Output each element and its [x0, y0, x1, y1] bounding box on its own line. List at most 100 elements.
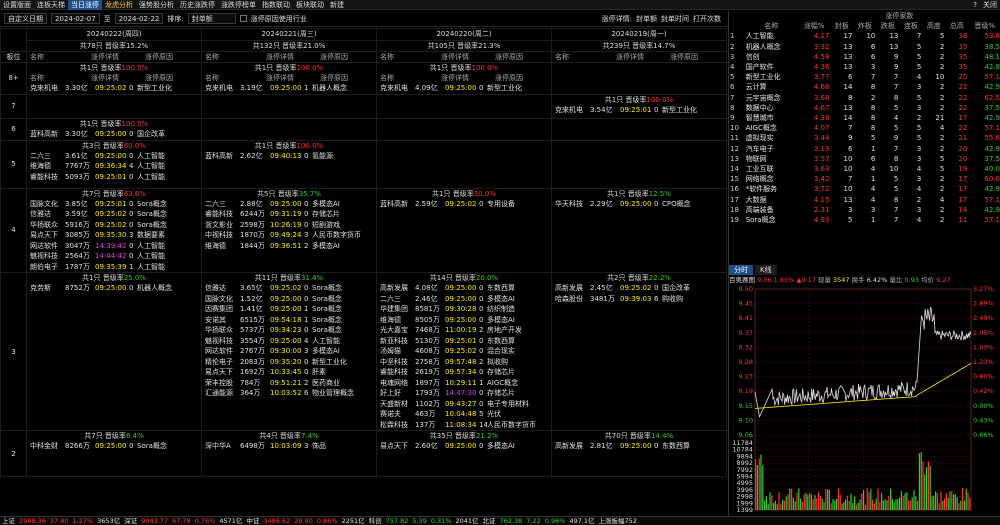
stock-row[interactable]: 电魂网络 1897万 10:29:11 1 AIGC概念	[377, 378, 551, 389]
stock-row[interactable]: 蓝科高新 2.59亿 09:25:02 0 专用设备	[377, 199, 551, 210]
stock-row[interactable]: 魅视科技 2564万 14:44:42 0 人工智能	[27, 251, 201, 262]
stock-row[interactable]: 网达软件 3047万 14:39:42 0 人工智能	[27, 241, 201, 252]
stock-row[interactable]: 浙文影业 2598万 10:26:19 0 短剧游戏	[202, 220, 376, 231]
sector-column-header[interactable]: 总高	[945, 21, 968, 31]
stock-row[interactable]: 国脉文化 3.85亿 09:25:01 0 Sora概念	[27, 199, 201, 210]
stock-row[interactable]: 二六三 3.61亿 09:25:00 0 人工智能	[27, 151, 201, 162]
sector-row[interactable]: 18 高端装备 2.31 3 3 7 3 2 14 42.9	[729, 205, 1000, 215]
day-header[interactable]: 20240222(周四)	[26, 28, 202, 41]
menu-item[interactable]: 连板天梯	[34, 0, 68, 10]
stock-row[interactable]: 华建集团 8581万 09:30:28 0 纺织制造	[377, 304, 551, 315]
stock-row[interactable]: 朗伯电子 1787万 09:35:39 1 人工智能	[27, 262, 201, 273]
custom-date-button[interactable]: 自定义日期	[4, 13, 47, 24]
stock-row[interactable]: 易点天下 1692万 10:33:45 0 肝素	[202, 367, 376, 378]
stock-row[interactable]: 汤姆猫 4608万 09:25:02 0 混合现实	[377, 346, 551, 357]
sector-row[interactable]: 8 数据中心 4.67 13 8 5 3 2 22 37.5	[729, 103, 1000, 113]
close-button[interactable]: 关闭	[980, 0, 1000, 10]
sector-column-header[interactable]: 高度	[922, 21, 945, 31]
stock-row[interactable]: 华扬联众 5916万 09:25:02 0 Sora概念	[27, 220, 201, 231]
stock-row[interactable]: 克来机电 3.30亿 09:25:02 0 新型工业化	[27, 83, 201, 94]
stock-row[interactable]: 易点天下 2.60亿 09:25:00 0 多模态AI	[377, 441, 551, 452]
sector-column-header[interactable]: 封板	[830, 21, 853, 31]
sector-row[interactable]: 4 国产软件 4.36 13 3 9 5 2 35 42.8	[729, 62, 1000, 72]
sector-row[interactable]: 3 信创 4.58 13 6 9 5 2 35 48.1	[729, 52, 1000, 62]
menu-item[interactable]: 强势股分析	[136, 0, 177, 10]
sector-column-header[interactable]: 连板	[899, 21, 922, 31]
stock-row[interactable]: 赛诺夫 463万 10:04:48 5 光伏	[377, 409, 551, 420]
menu-item[interactable]: 指数联动	[259, 0, 293, 10]
stock-row[interactable]: 深中华A 6498万 10:03:09 3 饰品	[202, 441, 376, 452]
menu-item[interactable]: 当日涨停	[68, 0, 102, 10]
stock-row[interactable]: 睿能科技 6244万 09:31:19 0 存储芯片	[202, 209, 376, 220]
stock-row[interactable]: 克来机电 4.09亿 09:25:00 0 新型工业化	[377, 83, 551, 94]
stock-row[interactable]: 新亚科技 5130万 09:25:01 0 东数西算	[377, 336, 551, 347]
intraday-chart[interactable]: 9.50 3.27% 9.45 2.89% 9.41 2.49% 9.37 2.05% 9.32…	[729, 285, 1000, 525]
sector-row[interactable]: 14 工业互联 3.63 10 4 10 4 5 19 40.0	[729, 164, 1000, 174]
industry-reason-checkbox[interactable]	[239, 15, 247, 22]
sector-row[interactable]: 10 AIGC概念 4.07 7 8 5 5 4 22 57.1	[729, 123, 1000, 133]
stock-row[interactable]: 哈森股份 3481万 09:39:03 6 购收购	[552, 294, 726, 305]
sector-row[interactable]: 5 新型工业化 3.77 6 7 7 4 10 25 57.1	[729, 72, 1000, 82]
menu-item[interactable]: 涨跌停榜单	[218, 0, 259, 10]
stock-row[interactable]: 克来机电 3.19亿 09:25:00 1 机器人概念	[202, 83, 376, 94]
menu-item[interactable]: 板块联动	[293, 0, 327, 10]
stock-row[interactable]: 高新发展 2.45亿 09:25:02 0 国企改革	[552, 283, 726, 294]
stock-row[interactable]: 汇通能源 364万 10:03:52 6 物业管理概念	[202, 388, 376, 399]
menu-item[interactable]: 设置版面	[0, 0, 34, 10]
stock-row[interactable]: 华天科技 2.29亿 09:25:00 0 CPO概念	[552, 199, 726, 210]
date-from-input[interactable]: 2024-02-07	[51, 13, 100, 24]
help-button[interactable]: ?	[970, 0, 980, 10]
stock-row[interactable]: 易点天下 3085万 09:35:30 3 数据要素	[27, 230, 201, 241]
stock-row[interactable]: 国脉文化 1.52亿 09:25:00 0 Sora概念	[202, 294, 376, 305]
tab-kline[interactable]: K线	[755, 265, 777, 275]
sort-select[interactable]: 封单额	[187, 13, 236, 24]
sector-row[interactable]: 9 智慧城市 4.38 14 8 4 2 21 17 42.9	[729, 113, 1000, 123]
stock-row[interactable]: 好上好 1793万 14:47:30 0 存储芯片	[377, 388, 551, 399]
stock-row[interactable]: 克劳斯 8752万 09:25:00 0 机器人概念	[27, 283, 201, 294]
stock-row[interactable]: 荣丰控股 784万 09:51:21 2 医药商业	[202, 378, 376, 389]
sector-row[interactable]: 13 物联网 3.57 10 6 8 3 5 20 37.5	[729, 154, 1000, 164]
sector-column-header[interactable]: 名称	[745, 21, 798, 31]
sector-row[interactable]: 16 *软件服务 3.72 10 4 5 4 2 17 42.9	[729, 184, 1000, 194]
sector-row[interactable]: 12 汽车电子 3.13 6 1 7 3 2 20 42.9	[729, 144, 1000, 154]
sector-column-header[interactable]: 跌板	[876, 21, 899, 31]
stock-row[interactable]: 睿能科技 2619万 09:57:34 0 存储芯片	[377, 367, 551, 378]
day-header[interactable]: 20240221(周三)	[201, 28, 377, 41]
stock-row[interactable]: 睿能科技 5093万 09:25:01 0 人工智能	[27, 172, 201, 183]
tab-intraday[interactable]: 分时	[729, 265, 753, 275]
sector-column-header[interactable]: 炸板	[853, 21, 876, 31]
stock-row[interactable]: 光大嘉宝 7468万 11:00:19 2 房地产开发	[377, 325, 551, 336]
sector-row[interactable]: 2 机器人概念 3.32 13 6 13 5 2 35 38.5	[729, 42, 1000, 52]
stock-row[interactable]: 天盛新材 1102万 09:43:27 0 电子专用材料	[377, 399, 551, 410]
day-header[interactable]: 20240220(周二)	[376, 28, 552, 41]
sector-row[interactable]: 7 元宇宙概念 3.68 8 2 8 5 2 22 62.5	[729, 93, 1000, 103]
stock-row[interactable]: 中科金财 8266万 09:25:00 0 Sora概念	[27, 441, 201, 452]
stock-row[interactable]: 精伦电子 2083万 09:35:20 0 新型工业化	[202, 357, 376, 368]
sector-row[interactable]: 17 大数据 4.15 13 4 8 2 4 17 57.1	[729, 195, 1000, 205]
sector-row[interactable]: 15 网络概念 3.42 7 1 5 3 2 17 60.0	[729, 174, 1000, 184]
stock-row[interactable]: 中视科技 1870万 09:49:24 3 人民币数字货币	[202, 230, 376, 241]
menu-item[interactable]: 龙虎分析	[102, 0, 136, 10]
sector-row[interactable]: 6 云计算 4.66 14 8 7 3 2 22 42.9	[729, 82, 1000, 92]
stock-row[interactable]: 高新发展 2.81亿 09:25:00 0 东数西算	[552, 441, 726, 452]
sector-row[interactable]: 19 Sora概念 4.93 5 1 7 4 2 11 57.1	[729, 215, 1000, 225]
date-to-input[interactable]: 2024-02-22	[114, 13, 164, 24]
stock-row[interactable]: 二六三 2.46亿 09:25:00 0 多模态AI	[377, 294, 551, 305]
sector-row[interactable]: 11 虚拟现实 3.44 9 5 9 5 2 21 55.6	[729, 133, 1000, 143]
stock-row[interactable]: 维海德 7767万 09:36:34 4 人工智能	[27, 161, 201, 172]
sector-column-header[interactable]: 涨幅%	[798, 21, 831, 31]
stock-row[interactable]: 维海德 1844万 09:36:51 2 多模态AI	[202, 241, 376, 252]
sector-column-header[interactable]: 晋级%	[968, 21, 1000, 31]
menu-item[interactable]: 历史涨跌停	[177, 0, 218, 10]
stock-row[interactable]: 松霖科技 137万 11:08:34 14 人民币数字货币	[377, 420, 551, 431]
stock-row[interactable]: 华扬联众 5737万 09:34:23 0 Sora概念	[202, 325, 376, 336]
stock-row[interactable]: 安诺其 6515万 09:54:18 1 Sora概念	[202, 315, 376, 326]
stock-row[interactable]: 信雅达 3.65亿 09:25:02 0 Sora概念	[202, 283, 376, 294]
detail-option-opens[interactable]: 打开次数	[693, 14, 721, 24]
detail-option-time[interactable]: 封单时间	[661, 14, 689, 24]
detail-option-amount[interactable]: 封单额	[636, 14, 657, 24]
sector-row[interactable]: 1 人工智能 4.17 17 10 13 7 5 36 53.8	[729, 31, 1000, 41]
day-header[interactable]: 20240219(周一)	[551, 28, 727, 41]
stock-row[interactable]: 二六三 2.88亿 09:25:00 0 多模态AI	[202, 199, 376, 210]
stock-row[interactable]: 魅视科技 3554万 09:25:00 4 人工智能	[202, 336, 376, 347]
